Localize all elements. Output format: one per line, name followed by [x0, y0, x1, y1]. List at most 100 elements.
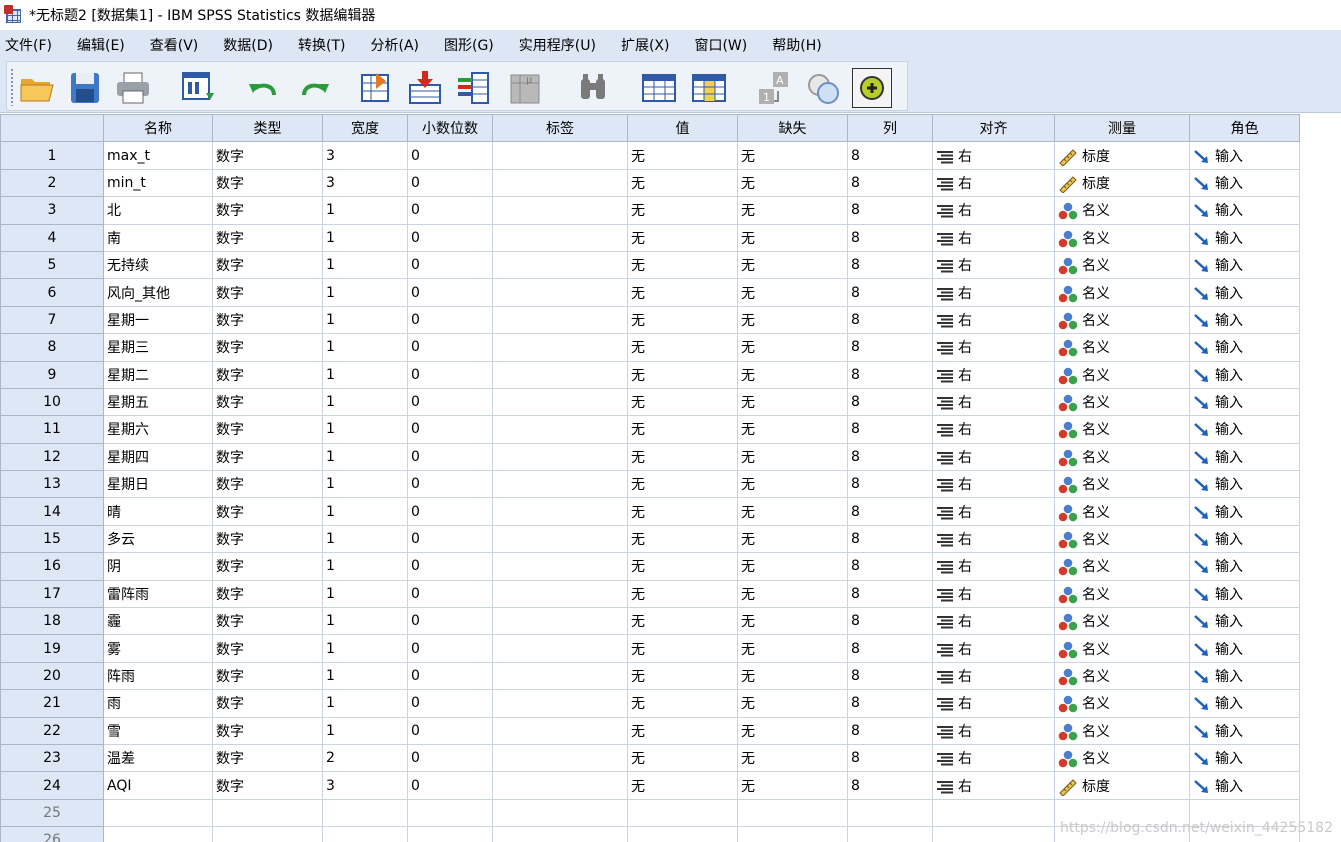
cell-role[interactable]: 输入 — [1189, 771, 1300, 800]
cell-columns[interactable]: 8 — [847, 196, 933, 225]
cell-decimals[interactable]: 0 — [407, 141, 493, 170]
cell-type[interactable]: 数字 — [212, 552, 323, 581]
cell-values[interactable]: 无 — [627, 634, 738, 663]
row-number[interactable]: 3 — [0, 196, 104, 225]
cell-name[interactable]: min_t — [103, 168, 213, 198]
row-number[interactable]: 2 — [0, 168, 104, 198]
menu-extensions[interactable]: 扩展(X) — [620, 35, 681, 55]
empty-cell[interactable] — [847, 826, 933, 842]
cell-measure[interactable]: 名义 — [1054, 552, 1190, 581]
cell-missing[interactable]: 无 — [737, 278, 848, 307]
row-number[interactable]: 10 — [0, 387, 104, 417]
cell-decimals[interactable]: 0 — [407, 250, 493, 280]
cell-type[interactable]: 数字 — [212, 689, 323, 718]
cell-label[interactable] — [492, 716, 628, 745]
cell-role[interactable]: 输入 — [1189, 579, 1300, 609]
cell-columns[interactable]: 8 — [847, 579, 933, 609]
cell-label[interactable] — [492, 250, 628, 280]
row-number[interactable]: 13 — [0, 470, 104, 499]
cell-missing[interactable]: 无 — [737, 333, 848, 362]
row-number[interactable]: 19 — [0, 634, 104, 663]
cell-decimals[interactable]: 0 — [407, 689, 493, 718]
cell-role[interactable]: 输入 — [1189, 689, 1300, 718]
cell-type[interactable]: 数字 — [212, 661, 323, 691]
cell-align[interactable]: 右 — [932, 552, 1055, 581]
select-cases-icon[interactable] — [852, 68, 892, 108]
cell-decimals[interactable]: 0 — [407, 442, 493, 472]
cell-label[interactable] — [492, 442, 628, 472]
cell-width[interactable]: 1 — [322, 250, 408, 280]
empty-cell[interactable] — [932, 798, 1055, 828]
cell-name[interactable]: 晴 — [103, 497, 213, 526]
cell-label[interactable] — [492, 689, 628, 718]
cell-columns[interactable]: 8 — [847, 771, 933, 800]
cell-role[interactable]: 输入 — [1189, 524, 1300, 554]
cell-columns[interactable]: 8 — [847, 607, 933, 636]
find-icon[interactable] — [573, 68, 613, 108]
cell-align[interactable]: 右 — [932, 141, 1055, 170]
row-number[interactable]: 26 — [0, 826, 104, 842]
cell-measure[interactable]: 名义 — [1054, 524, 1190, 554]
cell-measure[interactable]: 名义 — [1054, 579, 1190, 609]
row-number[interactable]: 5 — [0, 250, 104, 280]
cell-values[interactable]: 无 — [627, 743, 738, 773]
col-header-decimals[interactable]: 小数位数 — [407, 114, 493, 143]
cell-align[interactable]: 右 — [932, 387, 1055, 417]
empty-cell[interactable] — [322, 798, 408, 828]
cell-role[interactable]: 输入 — [1189, 278, 1300, 307]
empty-cell[interactable] — [212, 826, 323, 842]
cell-role[interactable]: 输入 — [1189, 360, 1300, 389]
cell-width[interactable]: 1 — [322, 442, 408, 472]
cell-missing[interactable]: 无 — [737, 442, 848, 472]
cell-align[interactable]: 右 — [932, 250, 1055, 280]
cell-measure[interactable]: 名义 — [1054, 661, 1190, 691]
recall-dialog-icon[interactable] — [179, 68, 219, 108]
cell-values[interactable]: 无 — [627, 278, 738, 307]
cell-columns[interactable]: 8 — [847, 716, 933, 745]
cell-width[interactable]: 1 — [322, 415, 408, 444]
cell-width[interactable]: 1 — [322, 579, 408, 609]
cell-measure[interactable]: 名义 — [1054, 442, 1190, 472]
cell-values[interactable]: 无 — [627, 552, 738, 581]
empty-cell[interactable] — [407, 798, 493, 828]
cell-missing[interactable]: 无 — [737, 579, 848, 609]
cell-width[interactable]: 1 — [322, 333, 408, 362]
empty-cell[interactable] — [103, 798, 213, 828]
cell-decimals[interactable]: 0 — [407, 607, 493, 636]
cell-width[interactable]: 1 — [322, 497, 408, 526]
cell-align[interactable]: 右 — [932, 196, 1055, 225]
cell-name[interactable]: 阵雨 — [103, 661, 213, 691]
cell-measure[interactable]: 名义 — [1054, 360, 1190, 389]
cell-values[interactable]: 无 — [627, 360, 738, 389]
cell-type[interactable]: 数字 — [212, 168, 323, 198]
cell-align[interactable]: 右 — [932, 661, 1055, 691]
cell-align[interactable]: 右 — [932, 497, 1055, 526]
cell-decimals[interactable]: 0 — [407, 333, 493, 362]
cell-type[interactable]: 数字 — [212, 716, 323, 745]
cell-name[interactable]: 雾 — [103, 634, 213, 663]
cell-missing[interactable]: 无 — [737, 497, 848, 526]
cell-align[interactable]: 右 — [932, 442, 1055, 472]
cell-align[interactable]: 右 — [932, 223, 1055, 252]
cell-name[interactable]: 星期四 — [103, 442, 213, 472]
cell-columns[interactable]: 8 — [847, 278, 933, 307]
col-header-width[interactable]: 宽度 — [322, 114, 408, 143]
cell-columns[interactable]: 8 — [847, 552, 933, 581]
cell-measure[interactable]: 名义 — [1054, 223, 1190, 252]
cell-values[interactable]: 无 — [627, 524, 738, 554]
empty-cell[interactable] — [627, 826, 738, 842]
cell-label[interactable] — [492, 552, 628, 581]
cell-measure[interactable]: 标度 — [1054, 771, 1190, 800]
cell-columns[interactable]: 8 — [847, 168, 933, 198]
cell-decimals[interactable]: 0 — [407, 168, 493, 198]
empty-cell[interactable] — [932, 826, 1055, 842]
cell-values[interactable]: 无 — [627, 305, 738, 335]
row-number[interactable]: 16 — [0, 552, 104, 581]
cell-decimals[interactable]: 0 — [407, 661, 493, 691]
cell-columns[interactable]: 8 — [847, 634, 933, 663]
cell-width[interactable]: 1 — [322, 360, 408, 389]
cell-align[interactable]: 右 — [932, 716, 1055, 745]
cell-label[interactable] — [492, 524, 628, 554]
cell-decimals[interactable]: 0 — [407, 771, 493, 800]
cell-columns[interactable]: 8 — [847, 305, 933, 335]
